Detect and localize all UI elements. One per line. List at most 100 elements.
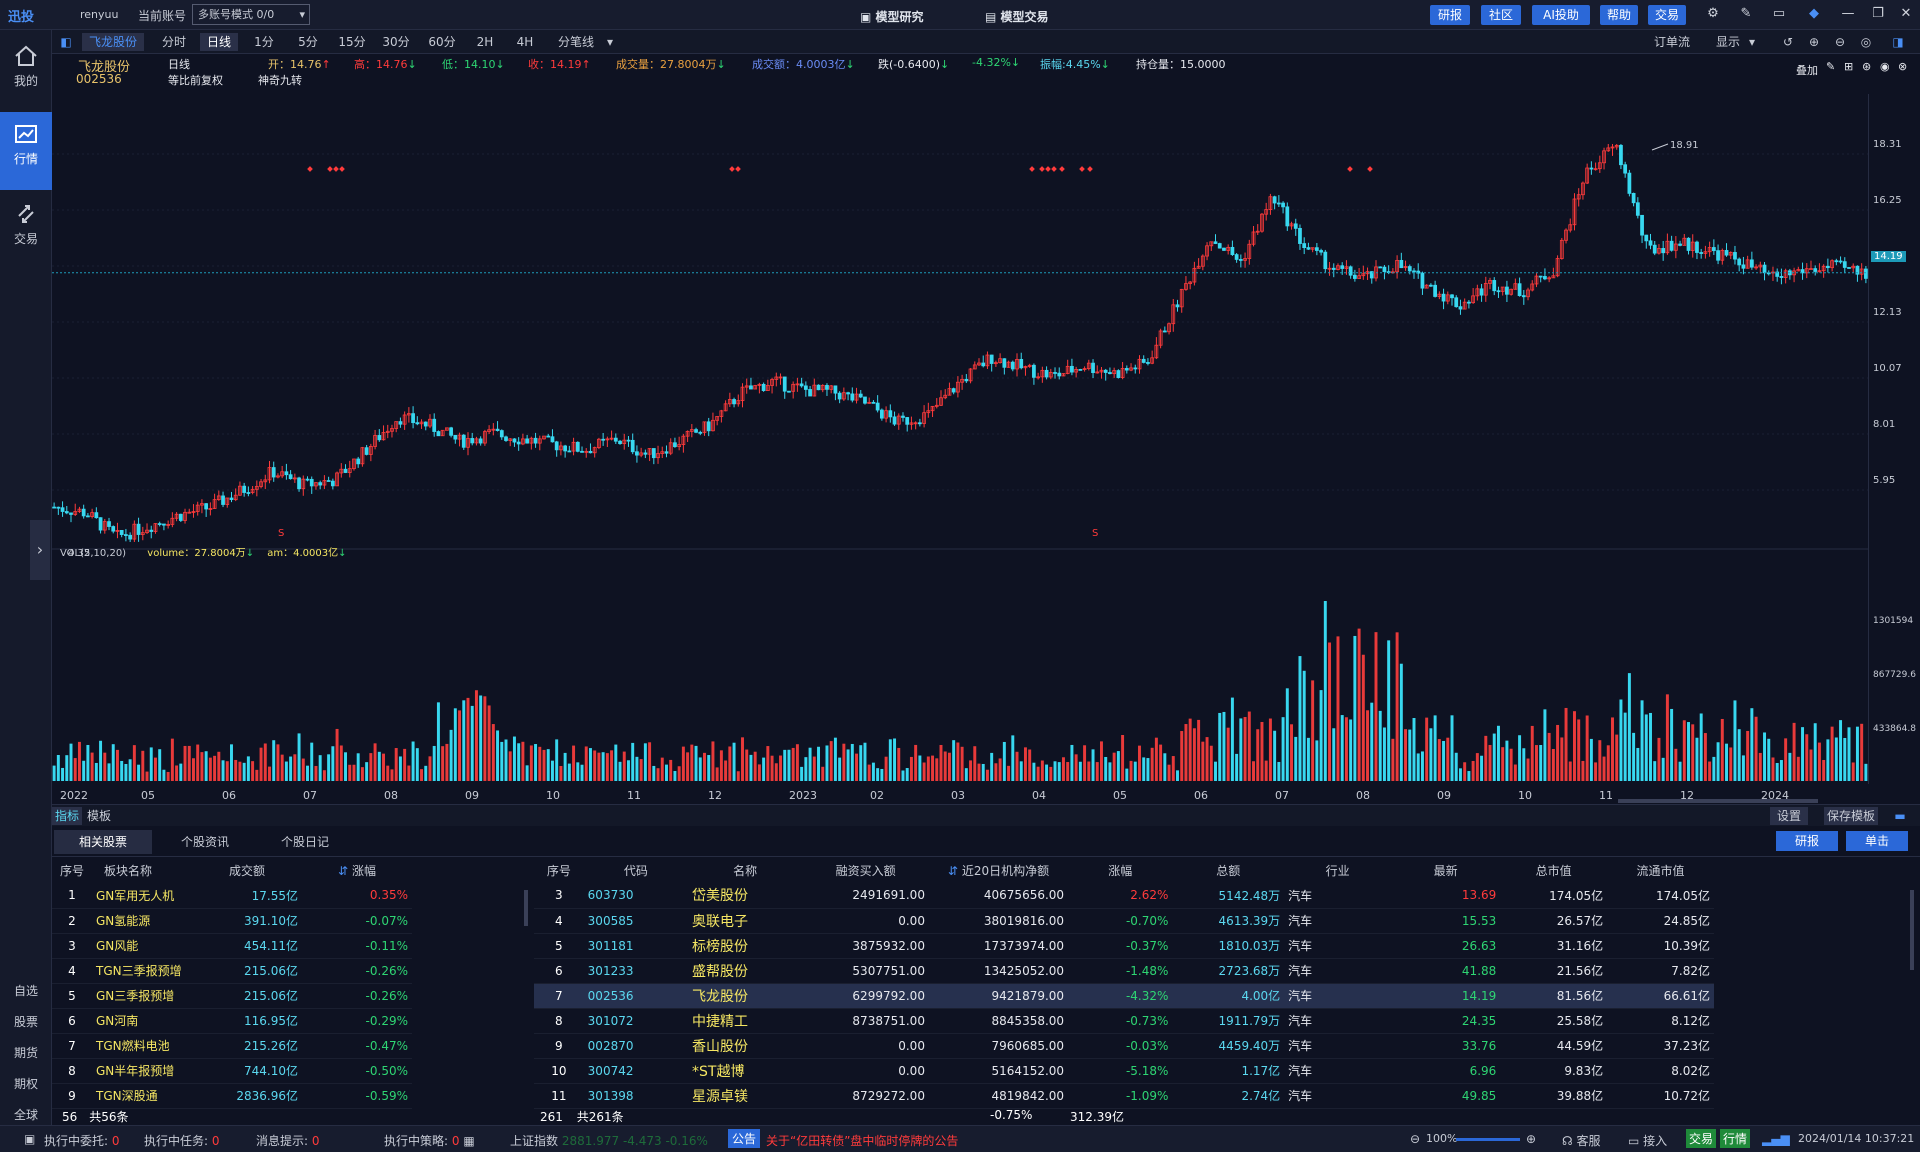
overlay-button[interactable]: 叠加	[1796, 62, 1818, 78]
zoom-in-icon[interactable]: ⊕	[1806, 33, 1822, 51]
col-header[interactable]: 板块名称	[92, 858, 192, 883]
period-tab[interactable]: 2H	[470, 33, 500, 51]
sidebar-item-quote[interactable]: 行情	[0, 112, 52, 190]
report-button-2[interactable]: 研报	[1776, 831, 1838, 851]
period-tab[interactable]: 30分	[378, 33, 414, 51]
table-row[interactable]: 3 603730 岱美股份 2491691.00 40675656.00 2.62% 514…	[534, 883, 1714, 909]
col-header[interactable]: 序号	[52, 858, 92, 883]
table-row[interactable]: 10 300742 *ST越博 0.00 5164152.00 -5.18% 1.17亿 汽车…	[534, 1058, 1714, 1084]
period-tab[interactable]: 分时	[156, 33, 192, 51]
col-header[interactable]: 总市值	[1500, 858, 1607, 883]
v-scrollbar[interactable]	[524, 890, 528, 926]
sidebar-item-trade[interactable]: 交易	[0, 192, 52, 270]
col-header[interactable]: 融资买入额	[802, 858, 929, 883]
undo-icon[interactable]: ↺	[1780, 33, 1796, 51]
tab-related-stocks[interactable]: 相关股票	[54, 830, 152, 854]
minimize-icon[interactable]: —	[1840, 6, 1856, 22]
table-row[interactable]: 4 TGN三季报预增 215.06亿 -0.26%	[52, 958, 412, 984]
table-row[interactable]: 3 GN风能 454.11亿 -0.11%	[52, 933, 412, 959]
col-header[interactable]: 涨幅	[1068, 858, 1172, 883]
sidebar-item-stocks[interactable]: 股票	[0, 1013, 52, 1030]
col-header[interactable]: 最新	[1391, 858, 1500, 883]
display-button[interactable]: 显示	[1712, 33, 1744, 51]
period-tab[interactable]: 4H	[510, 33, 540, 51]
v-scrollbar[interactable]	[1910, 890, 1914, 970]
restore-icon[interactable]: ❐	[1870, 6, 1886, 22]
zoom-in-icon[interactable]: ⊕	[1526, 1132, 1536, 1146]
period-tab[interactable]: 分笔线	[552, 33, 600, 51]
account-select[interactable]: 多账号模式 0/0 ▾	[192, 4, 310, 25]
stock-tab[interactable]: 飞龙股份	[82, 33, 144, 51]
table-row[interactable]: 7 TGN燃料电池 215.26亿 -0.47%	[52, 1033, 412, 1059]
notice-text[interactable]: 关于“亿田转债”盘中临时停牌的公告	[766, 1132, 958, 1149]
order-flow-button[interactable]: 订单流	[1648, 33, 1696, 51]
table-row[interactable]: 6 301233 盛帮股份 5307751.00 13425052.00 -1.48% 27…	[534, 958, 1714, 984]
grid-icon[interactable]: ⊞	[1844, 60, 1853, 73]
col-header[interactable]: ⇵ 涨幅	[302, 858, 412, 883]
close-circle-icon[interactable]: ⊗	[1898, 60, 1907, 73]
table-row[interactable]: 9 002870 香山股份 0.00 7960685.00 -0.03% 4459.40万汽…	[534, 1033, 1714, 1059]
settings-circle-icon[interactable]: ◉	[1880, 60, 1890, 73]
period-tab[interactable]: 5分	[290, 33, 326, 51]
adjust-label[interactable]: 等比前复权	[168, 72, 223, 88]
layout-icon[interactable]: ▭	[1771, 6, 1787, 22]
tab-stock-diary[interactable]: 个股日记	[256, 830, 354, 854]
shirt-icon[interactable]: ◆	[1806, 6, 1822, 22]
entrust-status[interactable]: 执行中委托: 0	[44, 1132, 120, 1149]
zoom-out-icon[interactable]: ⊖	[1832, 33, 1848, 51]
period-tab[interactable]: 1分	[246, 33, 282, 51]
close-icon[interactable]: ✕	[1898, 6, 1914, 22]
col-header[interactable]: 流通市值	[1607, 858, 1714, 883]
minimize-panel-icon[interactable]: ▬	[1892, 807, 1908, 825]
zoom-slider[interactable]	[1456, 1138, 1520, 1141]
community-button[interactable]: 社区	[1481, 5, 1521, 25]
indicator-label[interactable]: 神奇九转	[258, 72, 302, 88]
col-header[interactable]: 成交额	[192, 858, 302, 883]
help-button[interactable]: 帮助	[1600, 5, 1638, 25]
index-ticker[interactable]: 上证指数 2881.977 -4.473 -0.16%	[510, 1132, 708, 1149]
sidebar-item-options[interactable]: 期权	[0, 1075, 52, 1092]
table-row[interactable]: 5 GN三季报预增 215.06亿 -0.26%	[52, 983, 412, 1009]
chevron-down-icon[interactable]: ▾	[1746, 33, 1758, 51]
table-row[interactable]: 11 301398 星源卓镁 8729272.00 4819842.00 -1.09% 2.…	[534, 1083, 1714, 1109]
collapse-handle[interactable]: ›	[30, 520, 50, 580]
target-icon[interactable]: ⊛	[1862, 60, 1871, 73]
access-button[interactable]: ▭ 接入	[1628, 1132, 1667, 1149]
table-row[interactable]: 1 GN军用无人机 17.55亿 0.35%	[52, 883, 412, 909]
side-panel-icon[interactable]: ◨	[1890, 33, 1906, 51]
strategy-status[interactable]: 执行中策略: 0 ▦	[384, 1132, 475, 1149]
pencil-icon[interactable]: ✎	[1826, 60, 1835, 73]
col-header[interactable]: 序号	[534, 858, 584, 883]
tab-model-research[interactable]: ▣ 模型研究	[860, 8, 924, 25]
col-header[interactable]: 代码	[584, 858, 688, 883]
task-status[interactable]: 执行中任务: 0	[144, 1132, 220, 1149]
single-click-button[interactable]: 单击	[1846, 831, 1908, 851]
kline-chart[interactable]: 18.914.32S S	[52, 94, 1868, 784]
save-template-button[interactable]: 保存模板	[1824, 807, 1878, 825]
col-header[interactable]: 总额	[1172, 858, 1284, 883]
h-scrollbar[interactable]	[1618, 799, 1818, 803]
gear-icon[interactable]: ⚙	[1705, 6, 1721, 22]
table-row[interactable]: 9 TGN深股通 2836.96亿 -0.59%	[52, 1083, 412, 1109]
period-tab[interactable]: 60分	[424, 33, 460, 51]
tab-template[interactable]: 模板	[84, 807, 114, 825]
table-row[interactable]: 8 GN半年报预增 744.10亿 -0.50%	[52, 1058, 412, 1084]
user-name[interactable]: renyuu	[80, 8, 118, 21]
col-header[interactable]: 名称	[688, 858, 802, 883]
edit-icon[interactable]: ✎	[1738, 6, 1754, 22]
reset-icon[interactable]: ◎	[1858, 33, 1874, 51]
ai-assist-button[interactable]: AI投助	[1532, 5, 1590, 25]
msg-status[interactable]: 消息提示: 0	[256, 1132, 320, 1149]
tab-stock-news[interactable]: 个股资讯	[156, 830, 254, 854]
table-row[interactable]: 6 GN河南 116.95亿 -0.29%	[52, 1008, 412, 1034]
tab-indicator[interactable]: 指标	[52, 807, 82, 825]
sidebar-item-mine[interactable]: 我的	[0, 34, 52, 112]
service-button[interactable]: ☊ 客服	[1562, 1132, 1601, 1149]
table-row[interactable]: 4 300585 奥联电子 0.00 38019816.00 -0.70% 4613.39万…	[534, 908, 1714, 934]
col-header[interactable]: ⇵ 近20日机构净额	[929, 858, 1068, 883]
panel-toggle-icon[interactable]: ◧	[58, 33, 74, 51]
zoom-out-icon[interactable]: ⊖	[1410, 1132, 1420, 1146]
sidebar-item-global[interactable]: 全球	[0, 1106, 52, 1123]
quote-status-badge[interactable]: 行情	[1720, 1129, 1751, 1148]
table-row[interactable]: 7 002536 飞龙股份 6299792.00 9421879.00 -4.32% 4.0…	[534, 983, 1714, 1009]
